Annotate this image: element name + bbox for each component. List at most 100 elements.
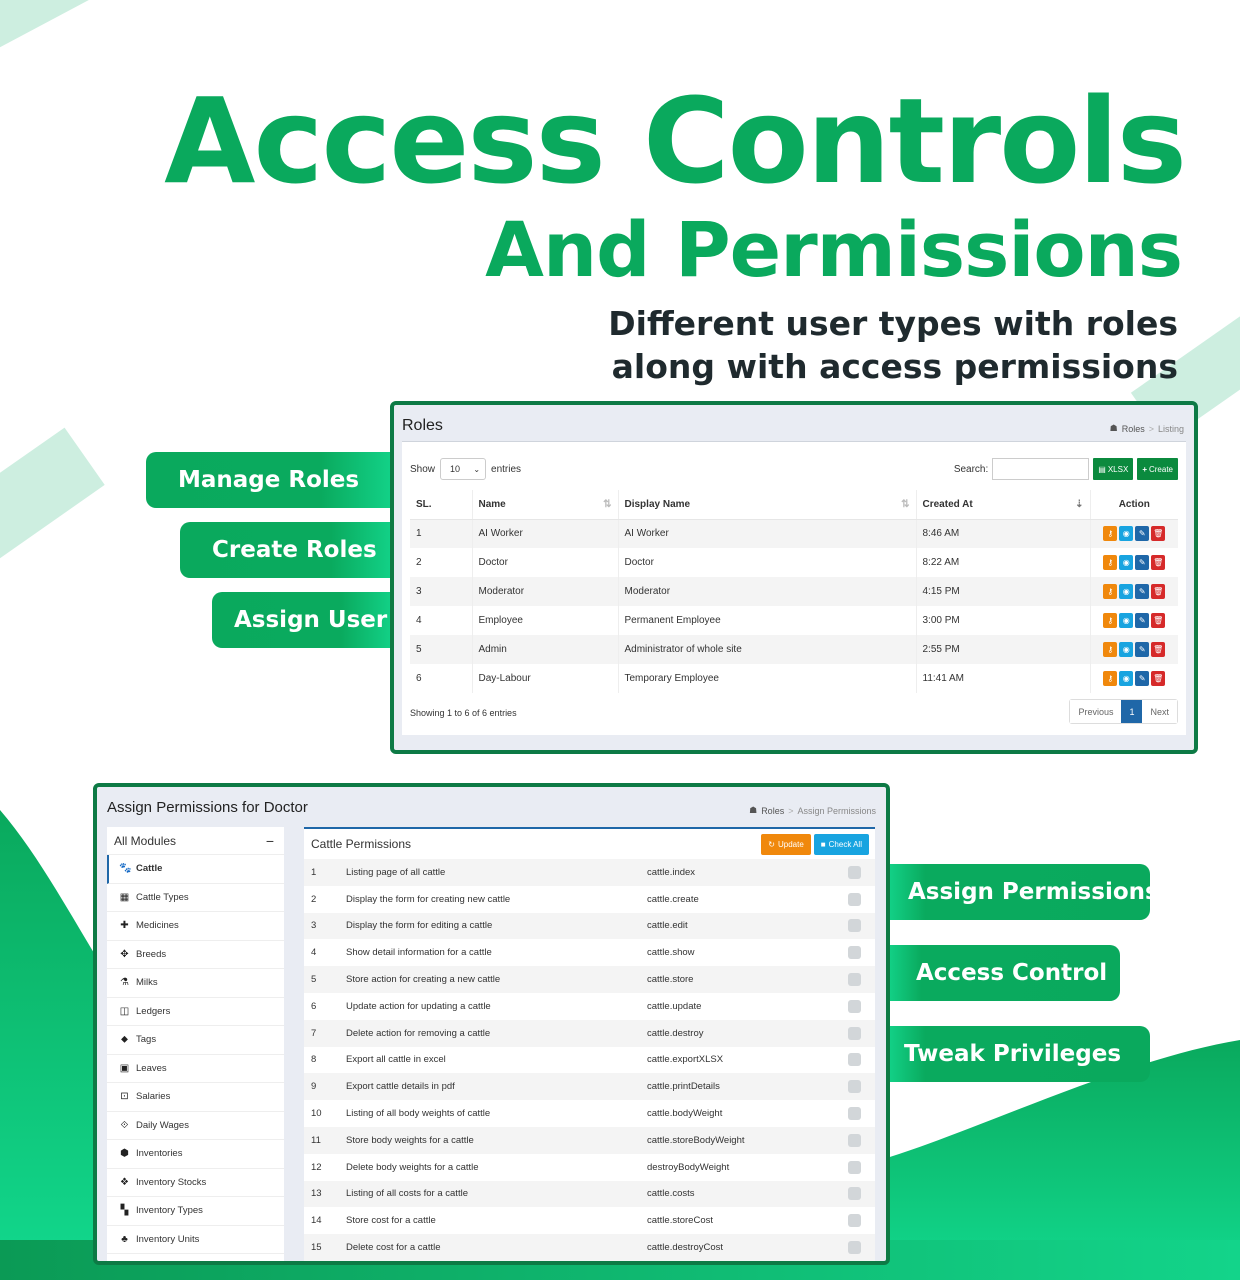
permissions-button[interactable]: ⚷ [1103, 584, 1118, 599]
edit-button[interactable]: ✎ [1135, 584, 1150, 599]
permission-checkbox[interactable] [847, 1080, 861, 1094]
permissions-button[interactable]: ⚷ [1103, 671, 1118, 686]
view-button[interactable]: ◉ [1119, 584, 1134, 599]
edit-button[interactable]: ✎ [1135, 613, 1150, 628]
permission-checkbox[interactable] [847, 1187, 861, 1201]
search-input[interactable] [992, 458, 1090, 480]
module-item-cattle[interactable]: 🐾 Cattle [107, 855, 284, 884]
table-row: 4 Employee Permanent Employee 3:00 PM ⚷ ◉ ✎ 🗑 [410, 606, 1178, 635]
module-item-tags[interactable]: ⬥ Tags [107, 1026, 284, 1055]
permission-description: Delete action for removing a cattle [346, 1027, 491, 1039]
pagination-page-1[interactable]: 1 [1121, 700, 1143, 723]
permission-description: Store action for creating a new cattle [346, 974, 501, 986]
pagination-previous[interactable]: Previous [1070, 700, 1122, 723]
module-item-inventory-units[interactable]: ♣ Inventory Units [107, 1226, 284, 1254]
permission-checkbox[interactable] [847, 865, 861, 879]
permission-checkbox[interactable] [847, 1026, 861, 1040]
permissions-button[interactable]: ⚷ [1103, 555, 1118, 570]
module-item-inventories[interactable]: ⬢ Inventories [107, 1140, 284, 1169]
module-label: Medicines [136, 920, 179, 932]
module-item-daily-wages[interactable]: ⟐ Daily Wages [107, 1112, 284, 1140]
module-item-ledgers[interactable]: ◫ Ledgers [107, 998, 284, 1026]
permission-row: 1 Listing page of all cattle cattle.index [304, 859, 875, 886]
permission-checkbox-cell [833, 1160, 875, 1174]
show-label: Show [410, 463, 436, 475]
delete-button[interactable]: 🗑 [1151, 555, 1166, 570]
delete-button[interactable]: 🗑 [1151, 671, 1166, 686]
module-label: Leaves [136, 1062, 167, 1074]
permission-checkbox[interactable] [847, 892, 861, 906]
permission-route: cattle.destroy [647, 1027, 704, 1039]
permission-description: Listing of all body weights of cattle [346, 1108, 491, 1120]
permission-checkbox[interactable] [847, 919, 861, 933]
cell-actions: ⚷ ◉ ✎ 🗑 [1089, 548, 1178, 577]
pencil-icon: ✎ [1138, 587, 1146, 596]
module-item-breeds[interactable]: ✥ Breeds [107, 941, 284, 969]
module-item-leaves[interactable]: ▣ Leaves [107, 1055, 284, 1083]
sort-desc-icon: ⇣ [1075, 499, 1084, 510]
permission-checkbox[interactable] [847, 1133, 861, 1147]
permissions-button[interactable]: ⚷ [1103, 642, 1118, 657]
feature-assign-permissions: Assign Permissions [886, 864, 1159, 920]
money-icon: ⊡ [120, 1091, 129, 1103]
permission-route: cattle.create [647, 893, 699, 905]
headline-title: Access Controls [164, 72, 1187, 210]
module-item-salaries[interactable]: ⊡ Salaries [107, 1083, 284, 1112]
permission-description: Delete body weights for a cattle [346, 1161, 479, 1173]
permission-checkbox[interactable] [847, 946, 861, 960]
permission-checkbox[interactable] [847, 1160, 861, 1174]
column-header-sl[interactable]: SL. [410, 490, 472, 520]
column-header-action: Action [1089, 490, 1178, 520]
permission-checkbox[interactable] [847, 973, 861, 987]
export-xlsx-button[interactable]: ▤ XLSX [1093, 458, 1134, 480]
module-item-medicines[interactable]: ✚ Medicines [107, 912, 284, 941]
feature-tweak-privileges: Tweak Privileges [886, 1026, 1150, 1082]
column-header-display-name[interactable]: Display Name ⇅ [617, 490, 916, 520]
breadcrumb-roles[interactable]: Roles [1122, 424, 1145, 434]
breadcrumb-roles[interactable]: Roles [761, 806, 784, 816]
create-role-button[interactable]: + Create [1137, 458, 1178, 480]
trash-icon: 🗑 [1153, 674, 1164, 683]
delete-button[interactable]: 🗑 [1151, 526, 1166, 542]
module-item-inventory-stocks[interactable]: ❖ Inventory Stocks [107, 1169, 284, 1197]
view-button[interactable]: ◉ [1119, 555, 1134, 570]
cell-name: Admin [471, 635, 618, 664]
module-label: Milks [136, 977, 158, 989]
delete-button[interactable]: 🗑 [1151, 613, 1166, 628]
collapse-icon[interactable]: − [266, 833, 274, 849]
edit-button[interactable]: ✎ [1135, 555, 1150, 570]
edit-button[interactable]: ✎ [1135, 671, 1150, 686]
view-button[interactable]: ◉ [1119, 671, 1134, 686]
view-button[interactable]: ◉ [1119, 526, 1134, 542]
check-all-button[interactable]: ■ Check All [813, 833, 869, 855]
permission-route: destroyBodyWeight [647, 1161, 730, 1173]
permission-checkbox[interactable] [847, 1053, 861, 1067]
edit-button[interactable]: ✎ [1135, 642, 1150, 657]
permissions-button[interactable]: ⚷ [1103, 526, 1118, 542]
roles-card: Show 10 ⌄ entries Search: ▤ XLSX + Creat… [402, 441, 1186, 735]
delete-button[interactable]: 🗑 [1151, 642, 1166, 657]
permission-checkbox[interactable] [847, 1214, 861, 1228]
view-button[interactable]: ◉ [1119, 642, 1134, 657]
module-item-cattle-types[interactable]: ▦ Cattle Types [107, 884, 284, 912]
table-header-row: SL. Name ⇅ Display Name ⇅ Created At ⇣ Acti… [410, 490, 1178, 520]
permission-checkbox[interactable] [847, 999, 861, 1013]
column-header-created-at[interactable]: Created At ⇣ [915, 490, 1090, 520]
view-button[interactable]: ◉ [1119, 613, 1134, 628]
eye-icon: ◉ [1122, 674, 1130, 683]
module-item-milks[interactable]: ⚗ Milks [107, 969, 284, 998]
update-button[interactable]: ↻ Update [761, 833, 811, 855]
edit-button[interactable]: ✎ [1135, 526, 1150, 542]
permission-number: 7 [311, 1027, 317, 1039]
cell-name: Moderator [471, 577, 618, 606]
entries-select[interactable]: 10 ⌄ [440, 458, 487, 480]
permissions-button[interactable]: ⚷ [1103, 613, 1118, 628]
permission-checkbox[interactable] [847, 1107, 861, 1121]
module-item-inventory-types[interactable]: ▚ Inventory Types [107, 1197, 284, 1226]
pagination-next[interactable]: Next [1142, 700, 1177, 723]
delete-button[interactable]: 🗑 [1151, 584, 1166, 599]
headline-subtitle: Different user types with roles along wi… [608, 302, 1178, 388]
permission-row: 5 Store action for creating a new cattle c… [304, 966, 875, 993]
permission-checkbox[interactable] [847, 1241, 861, 1255]
column-header-name[interactable]: Name ⇅ [471, 490, 618, 520]
